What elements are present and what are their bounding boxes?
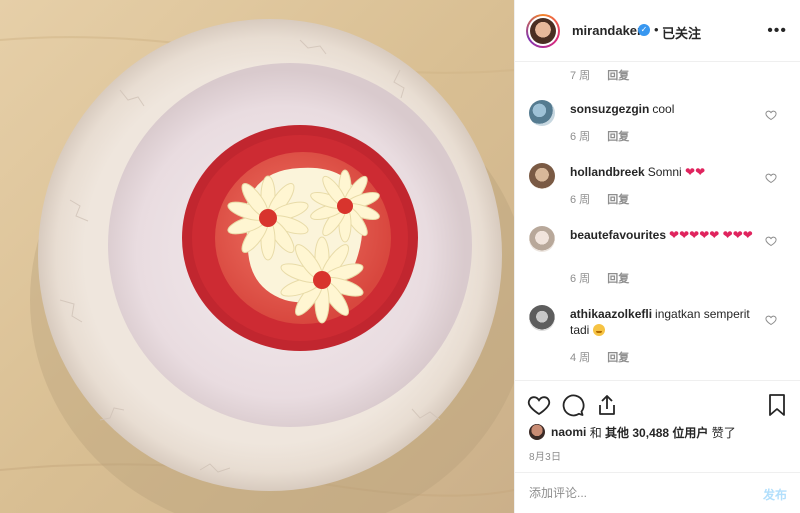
- add-comment-bar: 发布: [515, 472, 800, 513]
- like-comment-heart-icon[interactable]: [765, 235, 777, 247]
- post-date: 8月3日: [529, 452, 562, 463]
- comment-meta: 6 周 回复: [570, 270, 629, 286]
- commenter-username[interactable]: hollandbreek: [570, 165, 645, 179]
- commenter-avatar[interactable]: [529, 305, 555, 331]
- post-side-panel: mirandakerr ✓ • 已关注 ••• 7 周 回复 sonsuzgez…: [514, 0, 800, 513]
- dessert-image: [0, 0, 514, 513]
- reply-button[interactable]: 回复: [607, 352, 629, 364]
- heart-emoji-icon: ❤❤❤❤❤ ❤❤❤: [669, 228, 753, 242]
- heart-emoji-icon: ❤❤: [685, 165, 706, 179]
- reply-button[interactable]: 回复: [607, 194, 629, 206]
- commenter-username[interactable]: beautefavourites: [570, 228, 666, 242]
- commenter-avatar[interactable]: [529, 163, 555, 189]
- liker-username[interactable]: naomi: [551, 425, 586, 439]
- previous-comment-meta: 7 周 回复: [570, 67, 629, 83]
- comment-bubble-icon[interactable]: [561, 393, 585, 417]
- likes-others-count[interactable]: 其他 30,488 位用户: [605, 424, 708, 441]
- comment-body: sonsuzgezgin cool: [570, 101, 770, 117]
- likes-and: 和: [589, 425, 602, 440]
- verified-badge-icon: ✓: [638, 24, 650, 36]
- like-comment-heart-icon[interactable]: [765, 314, 777, 326]
- comment-body: beautefavourites ❤❤❤❤❤ ❤❤❤: [570, 227, 770, 243]
- comment-time: 4 周: [570, 352, 591, 364]
- commenter-username[interactable]: athikaazolkefli: [570, 307, 652, 321]
- comment-body: hollandbreek Somni ❤❤: [570, 164, 770, 180]
- likes-summary: naomi 和 其他 30,488 位用户 赞了: [529, 423, 736, 441]
- comment-time: 6 周: [570, 194, 591, 206]
- reply-button[interactable]: 回复: [607, 131, 629, 143]
- comment-time: 6 周: [570, 273, 591, 285]
- post-modal: mirandakerr ✓ • 已关注 ••• 7 周 回复 sonsuzgez…: [0, 0, 800, 513]
- share-icon[interactable]: [595, 393, 619, 417]
- author-username[interactable]: mirandakerr: [572, 23, 647, 38]
- commenter-username[interactable]: sonsuzgezgin: [570, 102, 649, 116]
- like-comment-heart-icon[interactable]: [765, 109, 777, 121]
- like-comment-heart-icon[interactable]: [765, 172, 777, 184]
- reply-button[interactable]: 回复: [607, 70, 629, 82]
- comment-meta: 6 周 回复: [570, 128, 629, 144]
- comment-text: Somni: [647, 165, 682, 179]
- post-actions: naomi 和 其他 30,488 位用户 赞了 8月3日 发布: [515, 380, 800, 513]
- bookmark-icon[interactable]: [765, 393, 789, 417]
- comment-body: athikaazolkefli ingatkan semperit tadi: [570, 306, 770, 338]
- reply-button[interactable]: 回复: [607, 273, 629, 285]
- comment-meta: 4 周 回复: [570, 349, 629, 365]
- header-separator: •: [654, 22, 659, 37]
- more-options-icon[interactable]: •••: [767, 22, 787, 40]
- liker-avatar[interactable]: [529, 424, 545, 440]
- comment-time: 6 周: [570, 131, 591, 143]
- comment-meta: 6 周 回复: [570, 191, 629, 207]
- post-header: mirandakerr ✓ • 已关注 •••: [515, 0, 800, 62]
- smiling-face-emoji-icon: [592, 324, 605, 336]
- comment-text: cool: [652, 102, 675, 116]
- post-photo[interactable]: [0, 0, 514, 513]
- likes-liked: 赞了: [711, 425, 736, 440]
- author-avatar[interactable]: [526, 14, 560, 48]
- follow-status-button[interactable]: 已关注: [662, 23, 701, 42]
- commenter-avatar[interactable]: [529, 226, 555, 252]
- comments-list[interactable]: 7 周 回复 sonsuzgezgin cool 6 周 回复 hollandb…: [515, 62, 800, 380]
- comment-time: 7 周: [570, 70, 591, 82]
- post-comment-button[interactable]: 发布: [763, 486, 787, 503]
- commenter-avatar[interactable]: [529, 100, 555, 126]
- like-heart-icon[interactable]: [527, 393, 551, 417]
- comment-input[interactable]: [529, 483, 739, 503]
